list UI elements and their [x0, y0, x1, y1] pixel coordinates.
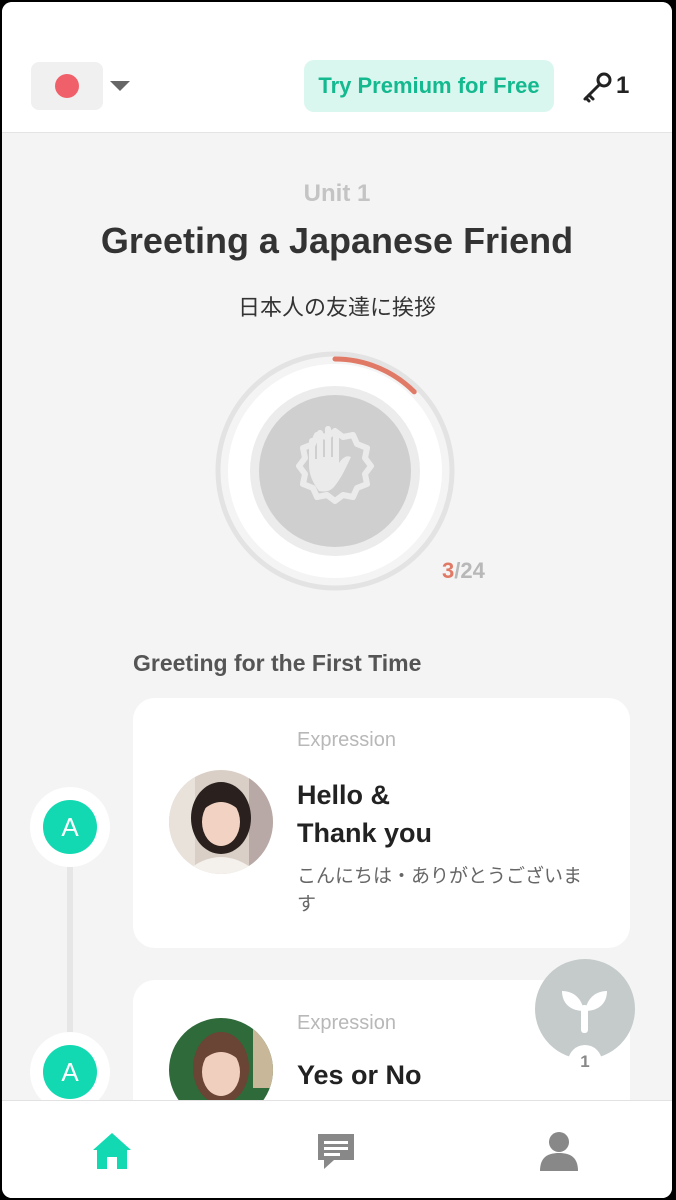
lesson-node-label: A [43, 800, 97, 854]
progress-count: 3/24 [442, 558, 485, 584]
timeline-line [67, 862, 73, 1042]
flag-icon [55, 74, 79, 98]
lesson-subtitle: こんにちは・ありがとうございます [297, 865, 583, 915]
section-title: Greeting for the First Time [133, 650, 422, 676]
lesson-title: Yes or No [297, 1060, 422, 1090]
lesson-type: Expression [297, 729, 396, 751]
sprout-badge: 1 [568, 1045, 602, 1079]
try-premium-button[interactable]: Try Premium for Free [304, 60, 554, 112]
bottom-nav [2, 1100, 672, 1198]
key-icon[interactable] [580, 70, 614, 104]
chat-icon[interactable] [314, 1129, 358, 1173]
unit-subtitle: 日本人の友達に挨拶 [237, 296, 436, 321]
sprout-button[interactable] [535, 959, 635, 1059]
lesson-title: Hello & Thank you [297, 780, 433, 848]
chevron-down-icon[interactable] [110, 81, 130, 91]
language-selector[interactable] [31, 62, 103, 110]
sprout-icon [562, 991, 607, 1033]
top-bar: Try Premium for Free 1 [2, 2, 672, 133]
lesson-type: Expression [297, 1012, 396, 1034]
unit-progress-ring[interactable] [215, 351, 455, 591]
unit-label: Unit 1 [303, 180, 371, 207]
key-count: 1 [616, 72, 630, 99]
avatar [169, 770, 273, 874]
progress-done: 3 [442, 558, 455, 583]
lesson-node[interactable]: A [30, 787, 110, 867]
lesson-node-label: A [43, 1045, 97, 1099]
app-screen: Try Premium for Free 1 Unit 1 Greeting a… [2, 2, 672, 1198]
profile-icon[interactable] [537, 1129, 581, 1173]
home-icon[interactable] [90, 1129, 134, 1173]
progress-total: /24 [454, 558, 485, 583]
lesson-card[interactable]: Expression Hello & Thank you こんにちは・ありがとう… [133, 698, 630, 948]
unit-title: Greeting a Japanese Friend [100, 220, 574, 261]
